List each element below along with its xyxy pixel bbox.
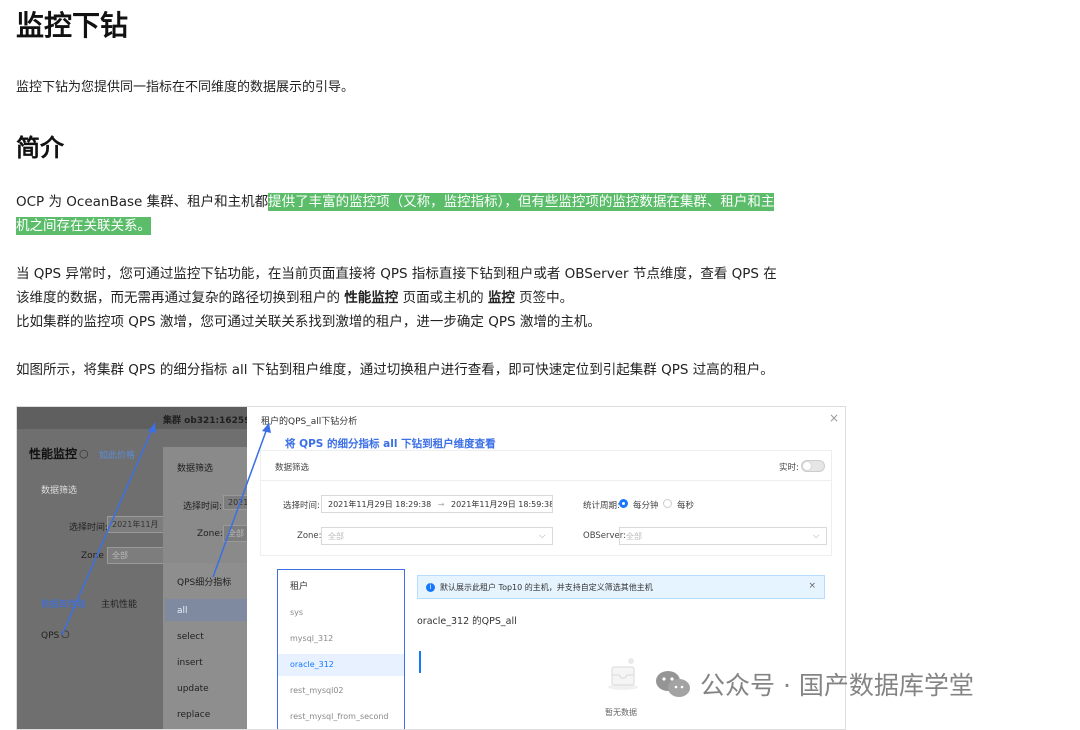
paragraph-3: 如图所示，将集群 QPS 的细分指标 all 下钻到租户维度，通过切换租户进行查… xyxy=(16,362,774,378)
highlight-1: 提供了丰富的监控项（又称，监控指标），但有些监控项的监控数据在集群、租户和主 xyxy=(268,193,775,211)
page-title: 监控下钻 xyxy=(16,9,129,42)
paragraph-2-line3: 比如集群的监控项 QPS 激增，您可通过关联关系找到激增的租户，进一步确定 QP… xyxy=(16,314,601,330)
watermark-text: 公众号 · 国产数据库学堂 xyxy=(700,671,974,700)
section-heading: 简介 xyxy=(16,134,64,162)
watermark: 公众号 · 国产数据库学堂 xyxy=(654,666,974,702)
bold-perf-monitor: 性能监控 xyxy=(344,290,399,306)
paragraph-2-line2c: 页面或主机的 xyxy=(398,290,488,306)
paragraph-2-line2a: 该维度的数据，而无需再通过复杂的路径切换到租户的 xyxy=(16,290,345,306)
paragraph-1: OCP 为 OceanBase 集群、租户和主机都提供了丰富的监控项（又称，监控… xyxy=(16,190,856,238)
paragraph-1-prefix: OCP 为 OceanBase 集群、租户和主机都 xyxy=(16,194,269,210)
paragraph-2-line1: 当 QPS 异常时，您可通过监控下钻功能，在当前页面直接将 QPS 指标直接下钻… xyxy=(16,266,777,282)
highlight-2: 机之间存在关联关系。 xyxy=(16,217,151,235)
bold-monitor: 监控 xyxy=(487,290,515,306)
paragraph-2: 当 QPS 异常时，您可通过监控下钻功能，在当前页面直接将 QPS 指标直接下钻… xyxy=(16,262,856,334)
intro-text: 监控下钻为您提供同一指标在不同维度的数据展示的引导。 xyxy=(16,80,355,95)
paragraph-2-line2e: 页签中。 xyxy=(514,290,574,306)
wechat-icon xyxy=(656,671,690,697)
